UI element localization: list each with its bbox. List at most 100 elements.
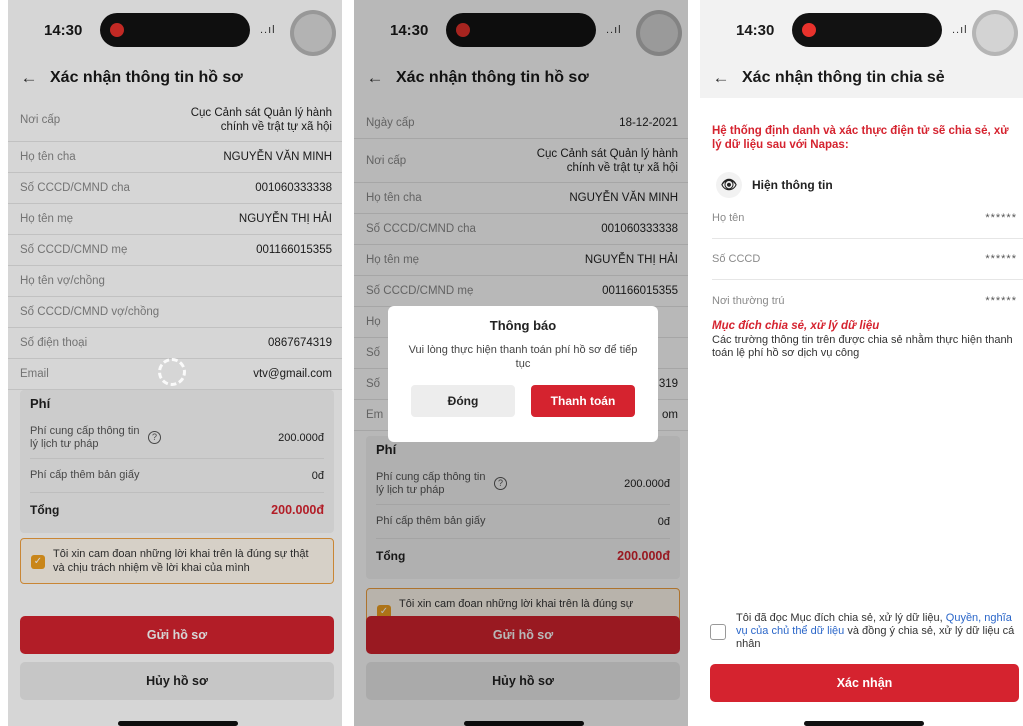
assistive-touch-button[interactable] <box>636 10 682 56</box>
fee-label: Phí cung cấp thông tin lý lịch tư pháp? <box>30 425 161 451</box>
notification-dialog: Thông báo Vui lòng thực hiện thanh toán … <box>388 306 658 442</box>
assistive-touch-button[interactable] <box>290 10 336 56</box>
dynamic-island <box>100 13 250 47</box>
field-value: ****** <box>985 253 1017 265</box>
fee-row: Phí cung cấp thông tin lý lịch tư pháp? … <box>30 417 324 459</box>
field-label: Nơi thường trú <box>712 294 785 307</box>
info-list: Nơi cấp Cục Cảnh sát Quản lý hành chính v… <box>8 98 342 390</box>
status-time: 14:30 <box>736 22 775 39</box>
page-title: Xác nhận thông tin hồ sơ <box>50 69 243 86</box>
info-row: Họ tên cha NGUYỄN VĂN MINH <box>354 183 688 214</box>
info-label: Họ tên cha <box>366 192 422 204</box>
info-value: om <box>662 409 678 421</box>
info-row: Số CCCD/CMND cha 001060333338 <box>354 214 688 245</box>
info-value: NGUYỄN VĂN MINH <box>223 151 332 163</box>
field-value: ****** <box>985 212 1017 224</box>
submit-button[interactable]: Gửi hồ sơ <box>366 616 680 654</box>
info-label: Họ tên mẹ <box>20 213 74 225</box>
info-row: Họ tên vợ/chồng <box>8 266 342 297</box>
fee-total-label: Tổng <box>376 549 406 563</box>
field-label: Số CCCD <box>712 253 761 265</box>
info-value: NGUYỄN VĂN MINH <box>569 192 678 204</box>
back-arrow-icon[interactable]: ← <box>8 68 50 88</box>
help-icon[interactable]: ? <box>494 477 507 490</box>
fee-extra-value: 0đ <box>657 515 670 528</box>
info-label: Số CCCD/CMND cha <box>366 223 476 235</box>
help-icon[interactable]: ? <box>148 431 161 444</box>
show-info-toggle[interactable]: 👁 Hiện thông tin <box>716 172 833 198</box>
header: ← Xác nhận thông tin hồ sơ <box>354 58 688 98</box>
fee-section: Phí Phí cung cấp thông tin lý lịch tư ph… <box>366 436 680 579</box>
shared-field-list: Họ tên ****** Số CCCD ****** Nơi thường tr… <box>712 198 1023 321</box>
submit-button[interactable]: Gửi hồ sơ <box>20 616 334 654</box>
info-label: Nơi cấp <box>20 113 61 126</box>
info-label: Ngày cấp <box>366 117 415 129</box>
info-label: Nơi cấp <box>366 154 407 167</box>
fee-total-value: 200.000đ <box>617 549 670 563</box>
header: ← Xác nhận thông tin chia sẻ <box>700 58 1023 98</box>
shared-field-row: Họ tên ****** <box>712 198 1023 239</box>
field-label: Họ tên <box>712 212 745 224</box>
back-arrow-icon[interactable]: ← <box>700 68 742 88</box>
share-content: Hệ thống định danh và xác thực điện tử s… <box>700 98 1023 726</box>
fee-row: Phí cung cấp thông tin lý lịch tư pháp? … <box>376 463 670 505</box>
fee-title: Phí <box>30 396 51 411</box>
info-label: Số điện thoại <box>20 337 88 349</box>
info-value: 001060333338 <box>601 223 678 235</box>
dynamic-island <box>446 13 596 47</box>
info-value: vtv@gmail.com <box>253 368 332 380</box>
checkbox-checked-icon[interactable]: ✓ <box>31 555 45 569</box>
fee-total-row: Tổng 200.000đ <box>376 539 670 573</box>
consent-text: Tôi đã đọc Mục đích chia sẻ, xử lý dữ li… <box>736 612 1019 651</box>
assistive-touch-button[interactable] <box>972 10 1018 56</box>
cancel-button[interactable]: Hủy hồ sơ <box>20 662 334 700</box>
fee-total-value: 200.000đ <box>271 503 324 517</box>
info-value: 001166015355 <box>256 244 332 256</box>
info-value: NGUYỄN THỊ HẢI <box>238 213 332 225</box>
dialog-message: Vui lòng thực hiện thanh toán phí hồ sơ … <box>408 344 638 370</box>
back-arrow-icon[interactable]: ← <box>354 68 396 88</box>
commitment-text: Tôi xin cam đoan những lời khai trên là … <box>53 548 309 574</box>
info-row: Số CCCD/CMND mẹ 001166015355 <box>8 235 342 266</box>
record-dot-icon <box>456 23 470 37</box>
info-row: Nơi cấp Cục Cảnh sát Quản lý hành chính v… <box>8 98 342 142</box>
shared-field-row: Nơi thường trú ****** <box>712 280 1023 321</box>
fee-row: Phí cấp thêm bản giấy 0đ <box>376 505 670 539</box>
cancel-button[interactable]: Hủy hồ sơ <box>366 662 680 700</box>
page-title: Xác nhận thông tin hồ sơ <box>396 69 589 86</box>
commitment-checkbox[interactable]: ✓ Tôi xin cam đoan những lời khai trên l… <box>20 538 334 584</box>
info-value: 18-12-2021 <box>619 117 678 129</box>
field-value: ****** <box>985 294 1017 307</box>
status-time: 14:30 <box>390 22 429 39</box>
fee-total-label: Tổng <box>30 503 60 517</box>
dialog-pay-button[interactable]: Thanh toán <box>531 385 635 417</box>
dialog-close-button[interactable]: Đóng <box>411 385 515 417</box>
info-row: Số CCCD/CMND vợ/chồng <box>8 297 342 328</box>
phone-screen-1: 14:30 ..ıl ← Xác nhận thông tin hồ sơ Nơ… <box>8 0 342 726</box>
info-value: 0867674319 <box>268 337 332 349</box>
fee-extra-label: Phí cấp thêm bản giấy <box>30 469 140 481</box>
confirm-button[interactable]: Xác nhận <box>710 664 1019 702</box>
phone-screen-3: 14:30 ..ıl ← Xác nhận thông tin chia sẻ … <box>700 0 1023 726</box>
record-dot-icon <box>802 23 816 37</box>
share-intro: Hệ thống định danh và xác thực điện tử s… <box>712 125 1009 151</box>
info-row: Họ tên mẹ NGUYỄN THỊ HẢI <box>8 204 342 235</box>
eye-icon[interactable]: 👁 <box>716 172 742 198</box>
record-dot-icon <box>110 23 124 37</box>
home-indicator <box>464 721 584 726</box>
consent-checkbox[interactable] <box>710 624 726 640</box>
commitment-text: Tôi xin cam đoan những lời khai trên là … <box>399 598 634 610</box>
home-indicator <box>118 721 238 726</box>
fee-title: Phí <box>376 442 397 457</box>
consent-text-pre: Tôi đã đọc Mục đích chia sẻ, xử lý dữ li… <box>736 612 946 624</box>
purpose-description: Các trường thông tin trên được chia sẻ n… <box>712 334 1013 359</box>
fee-extra-label: Phí cấp thêm bản giấy <box>376 515 486 527</box>
info-row: Số CCCD/CMND mẹ 001166015355 <box>354 276 688 307</box>
fee-label: Phí cung cấp thông tin lý lịch tư pháp? <box>376 471 507 497</box>
fee-provide-label: Phí cung cấp thông tin lý lịch tư pháp <box>376 470 486 496</box>
shared-field-row: Số CCCD ****** <box>712 239 1023 280</box>
dynamic-island <box>792 13 942 47</box>
info-value: 001060333338 <box>255 182 332 194</box>
status-time: 14:30 <box>44 22 83 39</box>
consent-checkbox-row[interactable]: Tôi đã đọc Mục đích chia sẻ, xử lý dữ li… <box>710 612 1019 651</box>
